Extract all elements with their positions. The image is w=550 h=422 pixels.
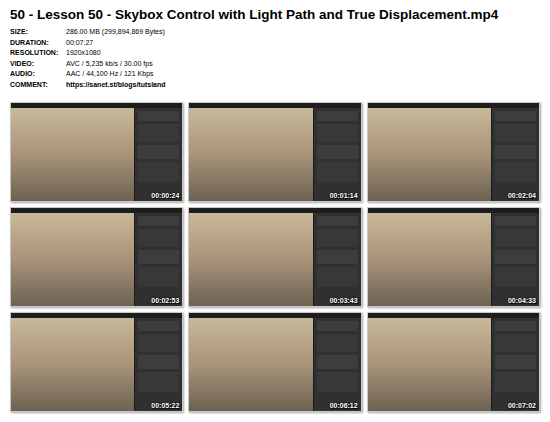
frame-viewport — [368, 108, 491, 201]
timestamp: 00:00:24 — [151, 192, 179, 199]
contact-sheet: 50 - Lesson 50 - Skybox Control with Lig… — [0, 0, 550, 422]
video-frame: 00:02:53 — [10, 207, 183, 307]
info-row: SIZE:286.00 MB (299,894,869 Bytes) — [10, 27, 540, 38]
timestamp: 00:02:04 — [508, 192, 536, 199]
frame-viewport — [368, 318, 491, 411]
video-frame: 00:03:43 — [188, 207, 361, 307]
frame-side-panel — [313, 108, 361, 201]
frame-viewport — [189, 108, 312, 201]
timestamp: 00:04:33 — [508, 297, 536, 304]
video-frame: 00:01:14 — [188, 102, 361, 202]
frame-viewport — [189, 318, 312, 411]
timestamp: 00:03:43 — [330, 297, 358, 304]
frame-viewport — [368, 213, 491, 306]
frame-viewport — [11, 318, 134, 411]
comment-row: COMMENT:https://sanet.st/blogs/tutsland — [10, 80, 540, 91]
frame-viewport — [189, 213, 312, 306]
video-frame: 00:00:24 — [10, 102, 183, 202]
frame-side-panel — [134, 318, 182, 411]
info-row: RESOLUTION:1920x1080 — [10, 48, 540, 59]
timestamp: 00:06:12 — [330, 402, 358, 409]
frame-side-panel — [134, 108, 182, 201]
frame-viewport — [11, 108, 134, 201]
timestamp: 00:02:53 — [151, 297, 179, 304]
frame-viewport — [11, 213, 134, 306]
timestamp: 00:05:22 — [151, 402, 179, 409]
frame-side-panel — [313, 213, 361, 306]
timestamp: 00:07:02 — [508, 402, 536, 409]
frame-side-panel — [491, 108, 539, 201]
thumbnail-grid: 00:00:24 00:01:14 00:02:04 00:02:53 00:03:43… — [10, 102, 540, 412]
frame-side-panel — [134, 213, 182, 306]
info-table: SIZE:286.00 MB (299,894,869 Bytes)DURATI… — [10, 27, 540, 90]
video-frame: 00:05:22 — [10, 312, 183, 412]
info-row: DURATION:00:07:27 — [10, 38, 540, 49]
file-title: 50 - Lesson 50 - Skybox Control with Lig… — [10, 6, 540, 24]
video-frame: 00:07:02 — [367, 312, 540, 412]
frame-side-panel — [313, 318, 361, 411]
info-row: VIDEO:AVC / 5,235 kb/s / 30.00 fps — [10, 59, 540, 70]
video-frame: 00:06:12 — [188, 312, 361, 412]
frame-side-panel — [491, 318, 539, 411]
video-frame: 00:04:33 — [367, 207, 540, 307]
video-frame: 00:02:04 — [367, 102, 540, 202]
info-row: AUDIO:AAC / 44,100 Hz / 121 Kbps — [10, 69, 540, 80]
timestamp: 00:01:14 — [330, 192, 358, 199]
frame-side-panel — [491, 213, 539, 306]
